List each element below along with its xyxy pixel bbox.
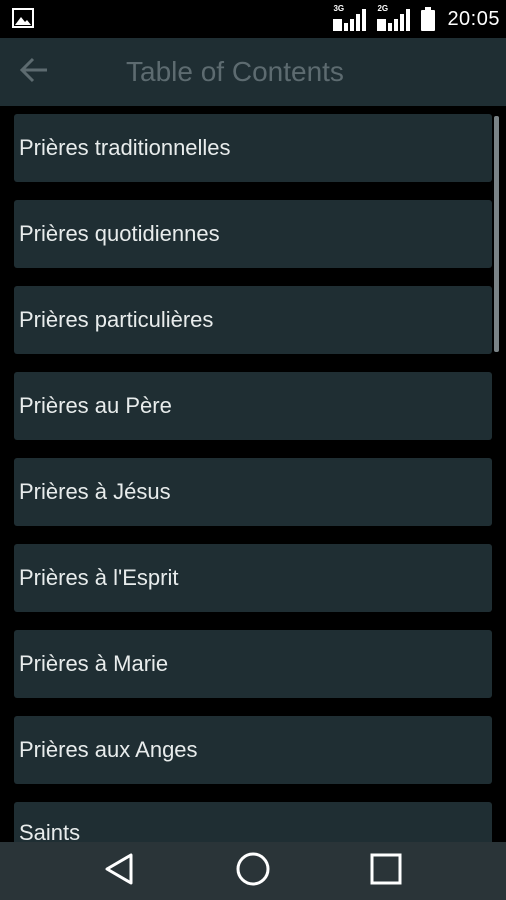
arrow-back-icon (19, 57, 49, 88)
list-item-label: Prières à Jésus (19, 479, 171, 504)
system-nav-bar (0, 842, 506, 900)
recents-square-icon (369, 852, 403, 891)
list-item[interactable]: Saints (14, 802, 492, 842)
list-item-label: Prières aux Anges (19, 737, 198, 762)
list-item[interactable]: Prières à Marie (14, 630, 492, 698)
battery-icon (421, 7, 436, 31)
signal-3g-label: 3G (333, 4, 345, 13)
list-item[interactable]: Prières au Père (14, 372, 492, 440)
signal-2g-icon: 2G (377, 5, 415, 33)
signal-2g-label: 2G (377, 4, 389, 13)
home-circle-icon (235, 851, 271, 892)
back-button[interactable] (12, 52, 56, 92)
signal-3g-icon: 3G (333, 5, 371, 33)
list-item-label: Prières à l'Esprit (19, 565, 179, 590)
list-item[interactable]: Prières à Jésus (14, 458, 492, 526)
list-item[interactable]: Prières quotidiennes (14, 200, 492, 268)
app-bar: Table of Contents (0, 38, 506, 106)
list-item-label: Saints (19, 820, 81, 842)
image-notification-icon (12, 8, 34, 28)
nav-home-button[interactable] (232, 851, 274, 891)
list-item-label: Prières quotidiennes (19, 221, 220, 246)
scrollbar[interactable] (494, 116, 499, 352)
list-item-label: Prières au Père (19, 393, 172, 418)
status-time: 20:05 (447, 7, 500, 30)
list-item[interactable]: Prières particulières (14, 286, 492, 354)
nav-recents-button[interactable] (365, 851, 407, 891)
list-item-label: Prières à Marie (19, 651, 169, 676)
list-item-label: Prières traditionnelles (19, 135, 231, 160)
toc-list[interactable]: Prières traditionnelles Prières quotidie… (0, 106, 506, 842)
page-title: Table of Contents (126, 56, 344, 87)
list-item[interactable]: Prières traditionnelles (14, 114, 492, 182)
list-item[interactable]: Prières à l'Esprit (14, 544, 492, 612)
list-item-label: Prières particulières (19, 307, 214, 332)
screen: 3G 2G 20:05 Table of Contents Prières tr… (0, 0, 506, 900)
list-item[interactable]: Prières aux Anges (14, 716, 492, 784)
status-icons: 3G 2G 20:05 (333, 4, 500, 34)
status-bar: 3G 2G 20:05 (0, 0, 506, 38)
nav-back-button[interactable] (99, 851, 141, 891)
back-triangle-icon (103, 852, 137, 891)
